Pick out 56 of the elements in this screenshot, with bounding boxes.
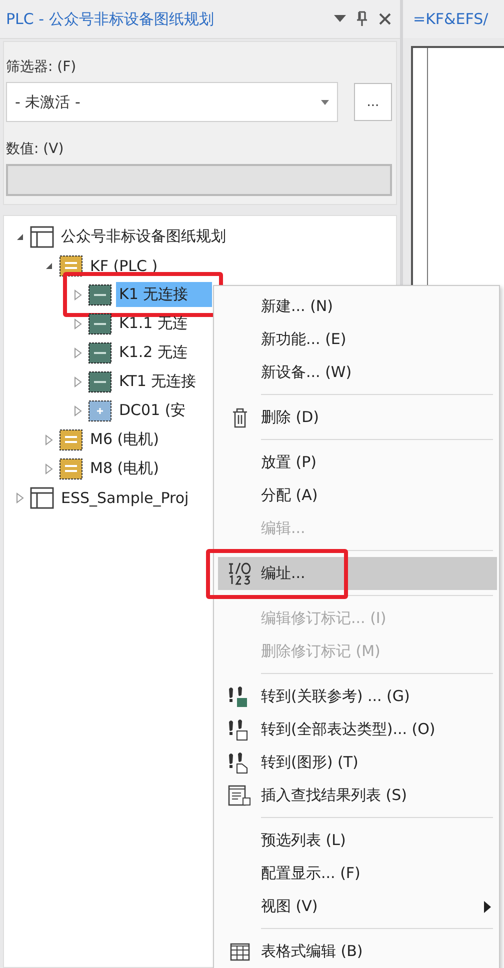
menu-item[interactable]: 转到(全部表达类型)... (O) (218, 713, 497, 746)
collapsed-icon[interactable] (72, 346, 84, 358)
filter-label: 筛选器: (F) (6, 58, 78, 76)
more-button[interactable]: ... (354, 83, 392, 121)
collapsed-icon[interactable] (43, 462, 55, 474)
tree-item[interactable]: M6 (电机) (87, 427, 162, 452)
close-icon[interactable] (378, 12, 392, 26)
collapsed-icon[interactable] (72, 288, 84, 300)
collapsed-icon[interactable] (72, 376, 84, 388)
collapsed-icon[interactable] (72, 404, 84, 416)
pin-icon[interactable] (356, 11, 368, 27)
dropdown-icon[interactable] (334, 15, 346, 23)
menu-item[interactable]: 放置 (P) (218, 446, 497, 479)
filter-dropdown[interactable]: - 未激活 - (6, 82, 338, 122)
tree-item[interactable]: KT1 无连接 (116, 369, 200, 394)
device-icon (88, 370, 112, 392)
menu-item[interactable]: 分配 (A) (218, 479, 497, 512)
trash-icon (232, 408, 248, 428)
panel-title: PLC - 公众号非标设备图纸规划 (6, 10, 215, 28)
menu-item[interactable]: 预选列表 (L) (218, 824, 497, 857)
document-tab[interactable]: =KF&EFS/ (403, 0, 504, 38)
caret-icon (321, 100, 329, 104)
project-icon (30, 226, 54, 248)
tree-item[interactable]: K1.1 无连 (116, 311, 190, 336)
tree-item[interactable]: ESS_Sample_Proj (58, 486, 192, 510)
menu-item[interactable]: 表格式编辑 (B) (218, 935, 497, 968)
tree-item[interactable]: 公众号非标设备图纸规划 (58, 224, 229, 249)
tree-item[interactable]: K1.2 无连 (116, 340, 190, 365)
project-icon (30, 486, 54, 508)
io-icon (226, 562, 252, 586)
collapsed-icon[interactable] (43, 434, 55, 446)
menu-item[interactable]: 转到(图形) (T) (218, 746, 497, 779)
device-icon (88, 400, 112, 422)
menu-item[interactable]: 配置显示... (F) (218, 857, 497, 890)
device-icon (88, 342, 112, 364)
submenu-arrow-icon (484, 900, 491, 912)
menu-item[interactable]: 新建... (N) (218, 290, 497, 323)
menu-item[interactable]: 转到(关联参考) ... (G) (218, 680, 497, 713)
tree-item[interactable]: DC01 (安 (116, 398, 189, 423)
menu-item[interactable]: 删除 (D) (218, 401, 497, 434)
menu-item[interactable]: 插入查找结果列表 (S) (218, 779, 497, 812)
folder-device-icon (59, 458, 83, 480)
menu-item[interactable]: 编址... (218, 557, 497, 590)
folder-device-icon (59, 428, 83, 450)
tree-item[interactable]: K1 无连接 (116, 282, 212, 307)
device-icon (88, 284, 112, 306)
menu-item[interactable]: 视图 (V) (218, 890, 497, 923)
value-label: 数值: (V) (6, 140, 65, 158)
tree-item[interactable]: M8 (电机) (87, 456, 162, 481)
device-icon (88, 312, 112, 334)
collapsed-icon[interactable] (14, 492, 26, 504)
menu-item[interactable]: 新设备... (W) (218, 356, 497, 389)
list-icon (228, 784, 252, 806)
table-icon (230, 942, 250, 960)
collapsed-icon[interactable] (72, 318, 84, 330)
menu-item[interactable]: 新功能... (E) (218, 323, 497, 356)
